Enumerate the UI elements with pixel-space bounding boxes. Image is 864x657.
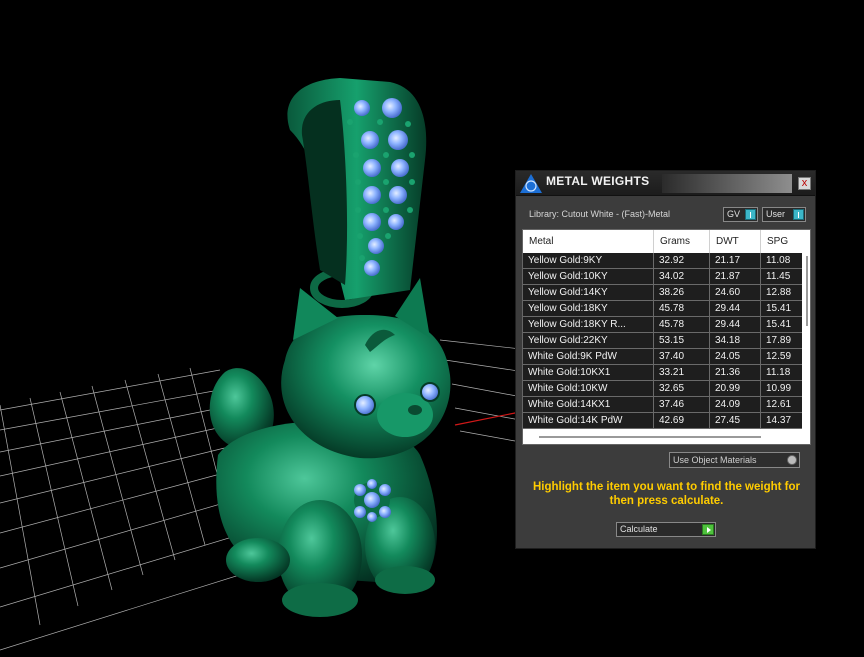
metal-cell: Yellow Gold:22KY (523, 333, 654, 348)
gv-toggle[interactable]: GV (723, 207, 758, 222)
close-icon[interactable]: x (798, 177, 811, 190)
back-foot (226, 538, 290, 582)
title-gradient (662, 174, 792, 193)
spg-cell: 12.88 (766, 287, 792, 298)
grams-cell: 38.26 (654, 285, 710, 300)
panel-title: METAL WEIGHTS (546, 174, 650, 188)
dwt-cell: 21.87 (710, 269, 761, 284)
calculate-label: Calculate (620, 524, 658, 534)
vertical-scrollbar[interactable] (804, 253, 810, 431)
dwt-cell: 21.36 (710, 365, 761, 380)
spg-cell: 10.99 (766, 383, 792, 394)
column-header-metal[interactable]: Metal (523, 230, 654, 253)
radio-dot-icon (787, 455, 797, 465)
column-header-spg[interactable]: SPG (761, 230, 804, 253)
table-row[interactable]: Yellow Gold:22KY 53.15 34.18 17.89 (523, 333, 802, 349)
metal-cell: White Gold:10KW (523, 381, 654, 396)
front-foot (282, 583, 358, 617)
table-row[interactable]: Yellow Gold:10KY 34.02 21.87 11.45 (523, 269, 802, 285)
spg-cell: 11.18 (766, 367, 791, 378)
column-header-grams[interactable]: Grams (654, 230, 710, 253)
horizontal-scrollbar[interactable] (523, 432, 802, 444)
dwt-cell: 29.44 (710, 301, 761, 316)
table-row[interactable]: White Gold:14KX1 37.46 24.09 12.61 (523, 397, 802, 413)
table-row[interactable]: White Gold:10KX1 33.21 21.36 11.18 (523, 365, 802, 381)
eye-left (354, 394, 376, 416)
horizontal-scroll-thumb[interactable] (539, 436, 761, 438)
table-row[interactable]: White Gold:9K PdW 37.40 24.05 12.59 (523, 349, 802, 365)
user-toggle[interactable]: User (762, 207, 806, 222)
metal-cell: White Gold:9K PdW (523, 349, 654, 364)
spg-cell: 12.59 (766, 351, 792, 362)
instruction-text: Highlight the item you want to find the … (532, 481, 801, 507)
table-row[interactable]: White Gold:14K PdW 42.69 27.45 14.37 (523, 413, 802, 429)
dwt-cell: 24.05 (710, 349, 761, 364)
panel-titlebar[interactable]: METAL WEIGHTS x (516, 171, 815, 196)
grams-cell: 45.78 (654, 301, 710, 316)
user-label: User (766, 209, 786, 219)
table-row[interactable]: Yellow Gold:14KY 38.26 24.60 12.88 (523, 285, 802, 301)
metal-cell: White Gold:14K PdW (523, 413, 654, 428)
metal-cell: Yellow Gold:14KY (523, 285, 654, 300)
dwt-cell: 34.18 (710, 333, 761, 348)
grams-cell: 33.21 (654, 365, 710, 380)
nose (408, 405, 422, 415)
dwt-cell: 29.44 (710, 317, 761, 332)
metal-cell: Yellow Gold:18KY (523, 301, 654, 316)
spg-cell: 15.41 (766, 319, 792, 330)
dwt-cell: 24.09 (710, 397, 761, 412)
toggle-knob-icon (793, 209, 804, 220)
eye-right (420, 382, 440, 402)
metal-cell: Yellow Gold:18KY R... (523, 317, 654, 332)
library-label: Library: Cutout White - (Fast)-Metal (529, 209, 671, 219)
rhino-logo-icon (520, 174, 542, 193)
dwt-cell: 24.60 (710, 285, 761, 300)
front-foot-right (375, 566, 435, 594)
spg-cell: 12.61 (766, 399, 792, 410)
grams-cell: 32.92 (654, 253, 710, 268)
grams-cell: 42.69 (654, 413, 710, 428)
gv-label: GV (727, 209, 741, 219)
play-arrow-icon (702, 524, 714, 535)
grams-cell: 53.15 (654, 333, 710, 348)
table-row[interactable]: White Gold:10KW 32.65 20.99 10.99 (523, 381, 802, 397)
metal-cell: Yellow Gold:10KY (523, 269, 654, 284)
use-object-materials-label: Use Object Materials (673, 455, 757, 465)
column-header-dwt[interactable]: DWT (710, 230, 761, 253)
spg-cell: 15.41 (766, 303, 792, 314)
calculate-button[interactable]: Calculate (616, 522, 716, 537)
dwt-cell: 20.99 (710, 381, 761, 396)
grams-cell: 32.65 (654, 381, 710, 396)
table-row[interactable]: Yellow Gold:18KY R... 45.78 29.44 15.41 (523, 317, 802, 333)
metal-cell: White Gold:14KX1 (523, 397, 654, 412)
metal-cell: Yellow Gold:9KY (523, 253, 654, 268)
chest-gem-cluster (354, 479, 391, 522)
grams-cell: 37.46 (654, 397, 710, 412)
table-row[interactable]: Yellow Gold:9KY 32.92 21.17 11.08 (523, 253, 802, 269)
spg-cell: 11.08 (766, 255, 791, 266)
grams-cell: 45.78 (654, 317, 710, 332)
table-header: Metal Grams DWT SPG (523, 230, 810, 253)
dwt-cell: 21.17 (710, 253, 761, 268)
spg-cell: 17.89 (766, 335, 792, 346)
grams-cell: 34.02 (654, 269, 710, 284)
bail-inner (301, 100, 348, 285)
metal-table: Metal Grams DWT SPG Yellow Gold:9KY 32.92… (522, 229, 811, 445)
table-row[interactable]: Yellow Gold:18KY 45.78 29.44 15.41 (523, 301, 802, 317)
metal-cell: White Gold:10KX1 (523, 365, 654, 380)
vertical-scroll-thumb[interactable] (806, 256, 808, 326)
grams-cell: 37.40 (654, 349, 710, 364)
table-rows: Yellow Gold:9KY 32.92 21.17 11.08 Yellow Gol… (523, 253, 802, 429)
spg-cell: 11.45 (766, 271, 791, 282)
spg-cell: 14.37 (766, 415, 792, 426)
metal-weights-panel: METAL WEIGHTS x Library: Cutout White - … (515, 170, 816, 549)
toggle-knob-icon (745, 209, 756, 220)
use-object-materials-toggle[interactable]: Use Object Materials (669, 452, 800, 468)
dwt-cell: 27.45 (710, 413, 761, 428)
